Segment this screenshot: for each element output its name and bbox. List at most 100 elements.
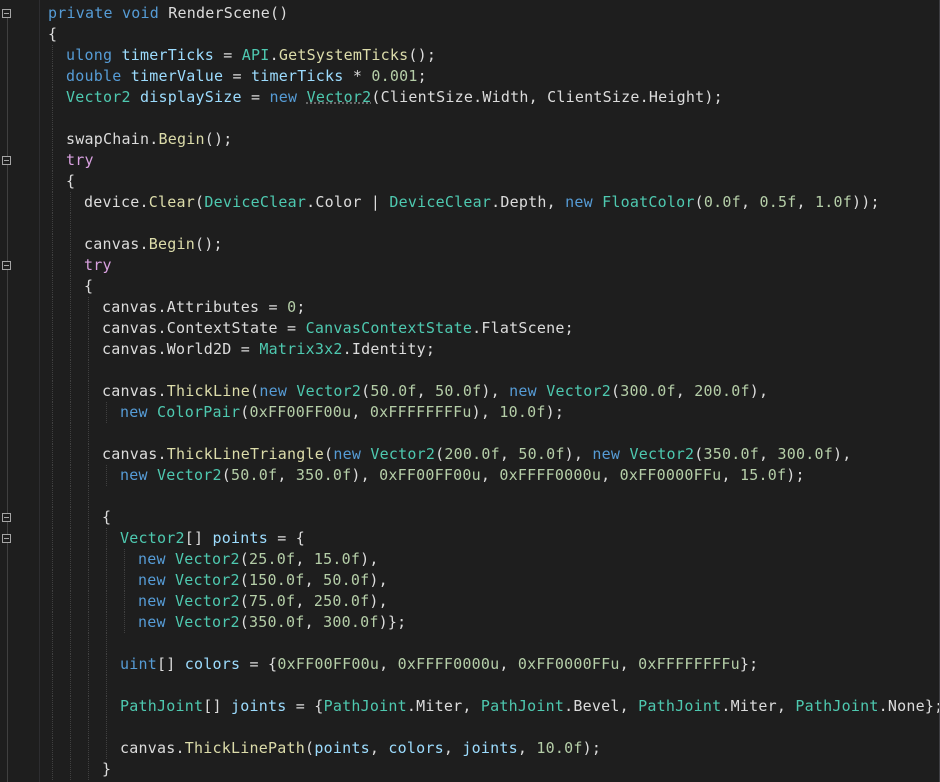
code-token: ),: [369, 571, 388, 589]
code-line[interactable]: new ColorPair(0xFF00FF00u, 0xFFFFFFFFu),…: [120, 402, 564, 423]
code-line[interactable]: Vector2 displaySize = new Vector2(Client…: [66, 87, 723, 108]
code-token: ,: [619, 655, 639, 673]
collapse-toggle-icon[interactable]: [2, 513, 11, 522]
indent-guide: [52, 486, 53, 507]
code-line[interactable]: try: [84, 255, 112, 276]
indent-guide: [106, 402, 107, 423]
code-token: (): [270, 4, 289, 22]
code-line[interactable]: ulong timerTicks = API.GetSystemTicks();: [66, 45, 436, 66]
indent-guide: [124, 549, 125, 570]
code-line[interactable]: canvas.Attributes = 0;: [102, 297, 306, 318]
code-token: 75.0f: [249, 592, 296, 610]
code-line[interactable]: device.Clear(DeviceClear.Color | DeviceC…: [84, 192, 880, 213]
code-line[interactable]: canvas.ThickLine(new Vector2(50.0f, 50.0…: [102, 381, 768, 402]
indent-guide: [70, 591, 71, 612]
indent-guide: [52, 297, 53, 318]
indent-guide: [52, 171, 53, 192]
collapse-toggle-icon[interactable]: [2, 9, 11, 18]
indent-guide: [88, 444, 89, 465]
code-line[interactable]: private void RenderScene(): [48, 3, 289, 24]
code-token: };: [739, 655, 759, 673]
indent-guide: [52, 696, 53, 717]
code-token: 50.0f: [323, 571, 370, 589]
code-token: World2D: [166, 340, 232, 358]
code-token: PathJoint: [120, 697, 204, 715]
collapse-toggle-icon[interactable]: [2, 156, 11, 165]
indent-guide: [52, 234, 53, 255]
code-line[interactable]: new Vector2(50.0f, 350.0f), 0xFF00FF00u,…: [120, 465, 805, 486]
code-line[interactable]: uint[] colors = {0xFF00FF00u, 0xFFFF0000…: [120, 654, 758, 675]
code-line[interactable]: swapChain.Begin();: [66, 129, 233, 150]
code-token: .: [157, 340, 167, 358]
code-line[interactable]: {: [84, 276, 93, 297]
code-line[interactable]: PathJoint[] joints = {PathJoint.Miter, P…: [120, 696, 940, 717]
code-line[interactable]: Vector2[] points = {: [120, 528, 305, 549]
code-line[interactable]: {: [66, 171, 75, 192]
code-token: .: [269, 46, 279, 64]
code-token: (: [610, 382, 621, 400]
code-line[interactable]: try: [66, 150, 94, 171]
code-line[interactable]: double timerValue = timerTicks * 0.001;: [66, 66, 427, 87]
indent-guide: [52, 738, 53, 759]
code-token: );: [582, 739, 602, 757]
code-token: 50.0f: [370, 382, 417, 400]
code-token: ),: [369, 592, 388, 610]
code-line[interactable]: canvas.ThickLinePath(points, colors, joi…: [120, 738, 601, 759]
code-token: {: [102, 508, 112, 526]
indent-guide: [70, 465, 71, 486]
code-line[interactable]: {: [48, 24, 57, 45]
code-token: []: [157, 655, 185, 673]
indent-guide: [70, 297, 71, 318]
code-token: 150.0f: [249, 571, 305, 589]
code-line[interactable]: canvas.ContextState = CanvasContextState…: [102, 318, 574, 339]
code-token: canvas: [102, 340, 158, 358]
code-token: .None};: [878, 697, 940, 715]
code-token: .Miter,: [406, 697, 481, 715]
code-token: .: [149, 130, 159, 148]
code-token: Vector2: [157, 466, 222, 484]
code-line[interactable]: new Vector2(150.0f, 50.0f),: [138, 570, 388, 591]
indent-guide: [52, 108, 53, 129]
indent-guide: [52, 591, 53, 612]
code-token: ();: [195, 235, 223, 253]
code-line[interactable]: canvas.Begin();: [84, 234, 223, 255]
collapse-toggle-icon[interactable]: [2, 261, 11, 270]
indent-guide: [106, 633, 107, 654]
code-line[interactable]: new Vector2(75.0f, 250.0f),: [138, 591, 388, 612]
indent-guide: [88, 339, 89, 360]
indent-guide: [124, 570, 125, 591]
code-line[interactable]: new Vector2(350.0f, 300.0f)};: [138, 612, 406, 633]
code-line[interactable]: {: [102, 507, 111, 528]
code-token: new: [120, 466, 158, 484]
indent-guide: [88, 675, 89, 696]
indent-guide: [106, 528, 107, 549]
code-token: 50.0f: [231, 466, 278, 484]
code-token: 0: [287, 298, 297, 316]
indent-guide: [88, 570, 89, 591]
code-line[interactable]: canvas.ThickLineTriangle(new Vector2(200…: [102, 444, 852, 465]
indent-guide: [70, 612, 71, 633]
indent-guide: [52, 192, 53, 213]
code-line[interactable]: canvas.World2D = Matrix3x2.Identity;: [102, 339, 435, 360]
indent-guide: [70, 486, 71, 507]
indent-guide: [106, 549, 107, 570]
code-token: ();: [408, 46, 437, 64]
code-token: ,: [295, 592, 314, 610]
code-token: (: [694, 193, 704, 211]
code-token: .Identity;: [342, 340, 436, 358]
code-token: (: [239, 613, 250, 631]
code-token: *: [343, 67, 372, 85]
code-token: ,: [379, 655, 398, 673]
indent-guide: [70, 234, 71, 255]
collapse-toggle-icon[interactable]: [2, 534, 11, 543]
code-line[interactable]: }: [102, 759, 111, 780]
code-token: ),: [564, 445, 593, 463]
code-token: new: [138, 571, 176, 589]
code-token: new: [138, 550, 176, 568]
code-line[interactable]: new Vector2(25.0f, 15.0f),: [138, 549, 379, 570]
code-token: ,: [499, 655, 518, 673]
code-token: ,: [416, 382, 436, 400]
code-token: =: [214, 46, 242, 64]
code-token: 25.0f: [249, 550, 296, 568]
indent-guide: [70, 570, 71, 591]
